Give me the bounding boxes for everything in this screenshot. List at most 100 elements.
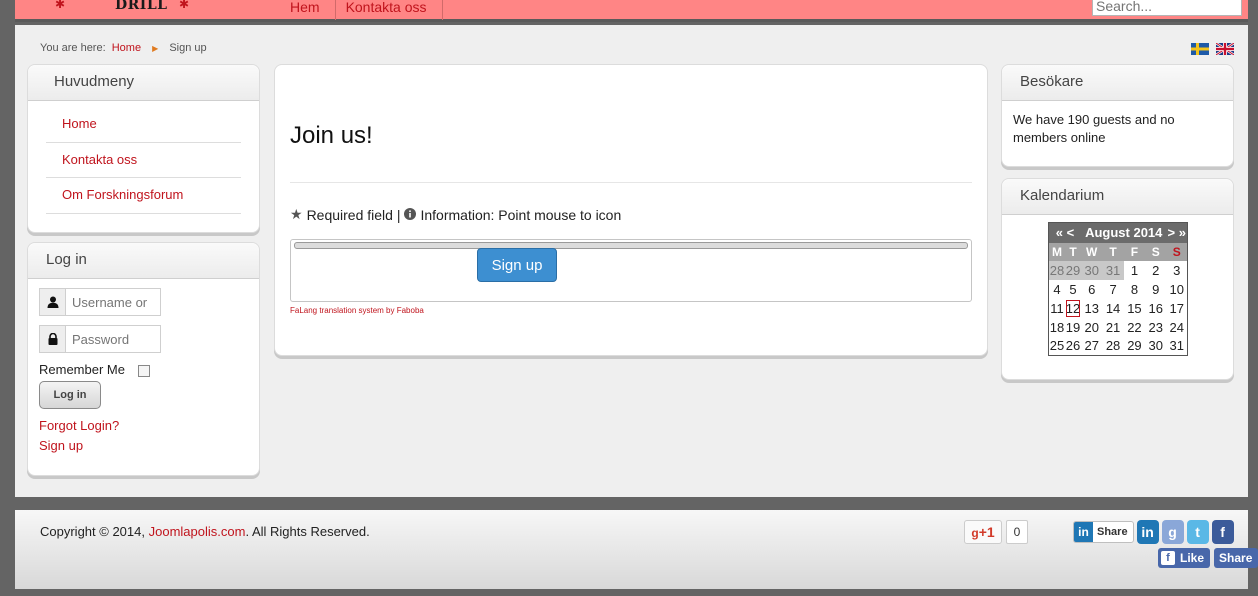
calendar-day[interactable]: 24 (1166, 318, 1187, 337)
signup-button[interactable]: Sign up (477, 248, 557, 282)
username-input[interactable] (66, 289, 160, 315)
calendar-day[interactable]: 8 (1124, 280, 1145, 299)
uk-flag-icon[interactable] (1216, 43, 1234, 55)
facebook-like-button[interactable]: f Like (1158, 548, 1211, 568)
calendar-day[interactable]: 26 (1065, 336, 1081, 355)
calendar-day[interactable]: 20 (1081, 318, 1102, 337)
calendar-day[interactable]: 30 (1145, 336, 1166, 355)
calendar-prev-year[interactable]: « (1056, 225, 1063, 240)
linkedin-share-button[interactable]: in Share (1073, 521, 1134, 543)
google-plus-widget: g+1 0 (964, 520, 1028, 544)
calendar-day[interactable]: 12 (1065, 299, 1081, 318)
forgot-login-link[interactable]: Forgot Login? (39, 416, 259, 436)
calendar-day[interactable]: 5 (1065, 280, 1081, 299)
calendar-day[interactable]: 25 (1049, 336, 1066, 355)
site-logo[interactable]: ✱ DRILL ✱ (55, 0, 215, 20)
menu-link-om-forskningsforum[interactable]: Om Forskningsforum (62, 187, 183, 202)
linkedin-icon[interactable]: in (1136, 520, 1159, 544)
google-plus-button[interactable]: g+1 (964, 520, 1002, 544)
facebook-like-label: Like (1180, 551, 1205, 565)
calendar-day[interactable]: 2 (1145, 261, 1166, 280)
breadcrumb-prefix: You are here: (40, 42, 106, 54)
calendar-day[interactable]: 10 (1166, 280, 1187, 299)
calendar-day[interactable]: 4 (1049, 280, 1066, 299)
login-button[interactable]: Log in (39, 381, 101, 409)
calendar-day[interactable]: 22 (1124, 318, 1145, 337)
username-field (39, 288, 161, 316)
top-bar: ✱ DRILL ✱ Hem Kontakta oss (15, 0, 1248, 22)
password-input[interactable] (66, 326, 160, 352)
facebook-icon: f (1161, 551, 1175, 565)
calendar-day[interactable]: 9 (1145, 280, 1166, 299)
menu-link-home[interactable]: Home (62, 116, 97, 131)
falang-credit-link[interactable]: FaLang translation system by Faboba (290, 306, 424, 315)
facebook-share-button[interactable]: Share (1214, 548, 1258, 568)
calendar-weekday: W (1081, 242, 1103, 262)
social-share-bar: in Share in g t f (1073, 520, 1234, 544)
remember-me-label: Remember Me (39, 361, 125, 377)
top-nav: Hem Kontakta oss (280, 0, 443, 20)
information-text: Information: Point mouse to icon (420, 206, 622, 223)
divider (290, 182, 972, 183)
star-icon: ✱ (179, 0, 190, 11)
calendar-day[interactable]: 29 (1124, 336, 1145, 355)
menu-item-home: Home (46, 107, 241, 143)
password-field (39, 325, 161, 353)
calendar-day[interactable]: 28 (1102, 336, 1123, 355)
calendar-day[interactable]: 1 (1124, 261, 1145, 280)
calendar-month-label: August 2014 (1081, 222, 1167, 243)
login-panel: Log in Remember Me Log in Forgot Login? (27, 242, 260, 476)
calendar-day[interactable]: 29 (1065, 261, 1082, 281)
calendar-next-month[interactable]: > (1168, 225, 1176, 240)
calendar-day[interactable]: 17 (1166, 299, 1187, 318)
facebook-icon[interactable]: f (1211, 520, 1234, 544)
main-menu-panel: Huvudmeny Home Kontakta oss Om Forskning… (27, 64, 260, 233)
star-icon: ✱ (55, 0, 66, 11)
copyright: Copyright © 2014, Joomlapolis.com. All R… (40, 524, 370, 539)
calendar-day[interactable]: 21 (1102, 318, 1123, 337)
google-plus-count: 0 (1006, 520, 1028, 544)
swedish-flag-icon[interactable] (1191, 43, 1209, 55)
calendar-week: 11 12 13 14 15 16 17 (1049, 299, 1188, 318)
calendar-day[interactable]: 3 (1166, 261, 1187, 280)
login-form: Remember Me Log in Forgot Login? Sign up (28, 279, 259, 456)
login-links: Forgot Login? Sign up (39, 416, 259, 456)
calendar-day[interactable]: 18 (1049, 318, 1066, 337)
calendar-next-nav: > » (1166, 222, 1188, 243)
calendar-prev-month[interactable]: < (1067, 225, 1075, 240)
breadcrumb-current: Sign up (169, 42, 207, 54)
breadcrumb: You are here: Home ▶ Sign up (40, 42, 207, 54)
joomlapolis-link[interactable]: Joomlapolis.com (149, 524, 246, 539)
calendar-day[interactable]: 15 (1124, 299, 1145, 318)
twitter-icon[interactable]: t (1186, 520, 1209, 544)
calendar-next-year[interactable]: » (1179, 225, 1186, 240)
facebook-buttons: f Like Share (1158, 548, 1258, 568)
calendar-day[interactable]: 30 (1081, 261, 1103, 281)
breadcrumb-home[interactable]: Home (112, 42, 141, 54)
footer: Copyright © 2014, Joomlapolis.com. All R… (15, 510, 1258, 589)
calendar-day[interactable]: 27 (1081, 336, 1102, 355)
main-menu-title: Huvudmeny (28, 65, 259, 101)
required-field-text: Required field | (306, 206, 401, 223)
remember-me-checkbox[interactable] (137, 365, 150, 377)
calendar-day[interactable]: 13 (1081, 299, 1102, 318)
nav-item-kontakta-oss[interactable]: Kontakta oss (336, 0, 443, 20)
calendar-day[interactable]: 31 (1102, 261, 1124, 281)
calendar-day[interactable]: 19 (1065, 318, 1081, 337)
google-icon[interactable]: g (1161, 520, 1184, 544)
calendar-prev-nav: « < (1048, 222, 1082, 243)
calendar-day[interactable]: 16 (1145, 299, 1166, 318)
calendar-day[interactable]: 28 (1048, 261, 1066, 281)
calendar-day[interactable]: 23 (1145, 318, 1166, 337)
calendar-day[interactable]: 31 (1166, 336, 1187, 355)
content-panel: Join us! ★ Required field | Information:… (274, 64, 988, 356)
signup-link[interactable]: Sign up (39, 436, 259, 456)
search-input[interactable] (1092, 0, 1242, 16)
user-icon (40, 289, 66, 315)
calendar-day[interactable]: 14 (1102, 299, 1123, 318)
calendar-day[interactable]: 6 (1081, 280, 1102, 299)
nav-item-hem[interactable]: Hem (280, 0, 336, 20)
calendar-day[interactable]: 7 (1102, 280, 1123, 299)
menu-link-kontakta-oss[interactable]: Kontakta oss (62, 152, 137, 167)
calendar-day[interactable]: 11 (1049, 299, 1066, 318)
